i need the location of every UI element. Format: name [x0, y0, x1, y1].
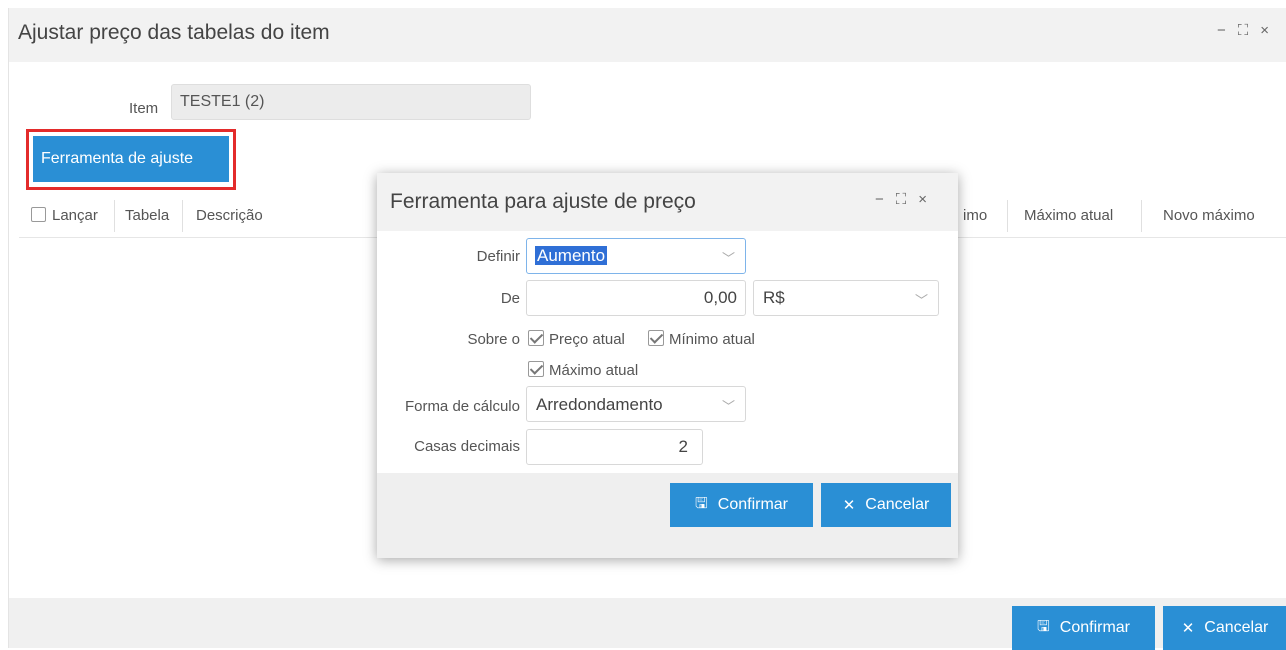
option-minimo-atual[interactable]: Mínimo atual	[648, 330, 755, 348]
column-divider	[182, 200, 183, 232]
column-maximo-atual[interactable]: Máximo atual	[1024, 194, 1113, 238]
confirm-button[interactable]: 🖫 Confirmar	[1012, 606, 1155, 650]
column-label: Lançar	[52, 207, 98, 224]
modal-confirm-button[interactable]: 🖫 Confirmar	[670, 483, 813, 527]
column-divider	[1141, 200, 1142, 232]
unit-select[interactable]: R$ ﹀	[753, 280, 939, 316]
chevron-down-icon: ﹀	[721, 399, 735, 414]
sobre-label: Sobre o	[467, 331, 520, 348]
option-label: Máximo atual	[549, 362, 639, 379]
casas-decimais-label: Casas decimais	[414, 438, 520, 455]
minimize-icon[interactable]: −	[1217, 22, 1226, 39]
minimize-icon[interactable]: −	[875, 191, 884, 208]
de-input[interactable]: 0,00	[526, 280, 746, 316]
chevron-down-icon: ﹀	[914, 293, 928, 308]
cancel-label: Cancelar	[1204, 619, 1269, 636]
item-field: TESTE1 (2)	[171, 84, 531, 120]
option-maximo-atual[interactable]: Máximo atual	[528, 361, 638, 379]
cancel-button[interactable]: ✕ Cancelar	[1163, 606, 1286, 650]
modal-title: Ferramenta para ajuste de preço	[390, 190, 696, 213]
unit-value: R$	[763, 288, 785, 307]
column-divider	[1007, 200, 1008, 232]
window-footer: 🖫 Confirmar ✕ Cancelar	[9, 598, 1286, 650]
casas-decimais-input[interactable]: 2	[526, 429, 703, 465]
option-label: Mínimo atual	[669, 331, 755, 348]
forma-calculo-value: Arredondamento	[536, 395, 663, 414]
column-minimo-partial[interactable]: imo	[963, 194, 987, 238]
column-divider	[114, 200, 115, 232]
modal-cancel-button[interactable]: ✕ Cancelar	[821, 483, 951, 527]
option-label: Preço atual	[549, 331, 625, 348]
close-icon: ✕	[842, 497, 856, 514]
cancel-label: Cancelar	[865, 496, 930, 513]
option-preco-atual[interactable]: Preço atual	[528, 330, 625, 348]
window-titlebar: Ajustar preço das tabelas do item − ⛶ ×	[9, 8, 1286, 62]
preco-atual-checkbox[interactable]	[528, 330, 544, 346]
window-title: Ajustar preço das tabelas do item	[18, 21, 330, 44]
de-label: De	[500, 290, 520, 307]
close-icon[interactable]: ×	[918, 191, 927, 208]
window-controls: − ⛶ ×	[1217, 22, 1269, 39]
maximo-atual-checkbox[interactable]	[528, 361, 544, 377]
modal-titlebar: Ferramenta para ajuste de preço − ⛶ ×	[377, 173, 958, 231]
maximize-icon[interactable]: ⛶	[896, 191, 907, 208]
confirm-label: Confirmar	[717, 496, 788, 513]
chevron-down-icon: ﹀	[721, 251, 735, 266]
select-all-checkbox[interactable]	[31, 207, 46, 222]
minimo-atual-checkbox[interactable]	[648, 330, 664, 346]
forma-calculo-label: Forma de cálculo	[404, 398, 520, 415]
modal-controls: − ⛶ ×	[875, 191, 927, 208]
close-icon[interactable]: ×	[1260, 22, 1269, 39]
column-lancar[interactable]: Lançar	[31, 194, 98, 238]
column-descricao[interactable]: Descrição	[196, 194, 263, 238]
save-icon: 🖫	[694, 494, 708, 512]
adjust-tool-button[interactable]: Ferramenta de ajuste	[33, 136, 229, 182]
column-tabela[interactable]: Tabela	[125, 194, 169, 238]
definir-label: Definir	[476, 248, 520, 265]
confirm-label: Confirmar	[1059, 619, 1130, 636]
column-novo-maximo[interactable]: Novo máximo	[1163, 194, 1255, 238]
save-icon: 🖫	[1036, 617, 1050, 635]
close-icon: ✕	[1181, 620, 1195, 637]
price-adjust-modal: Ferramenta para ajuste de preço − ⛶ × De…	[377, 173, 958, 558]
maximize-icon[interactable]: ⛶	[1238, 22, 1249, 39]
definir-value: Aumento	[535, 246, 608, 265]
modal-footer: 🖫 Confirmar ✕ Cancelar	[377, 473, 958, 558]
forma-calculo-select[interactable]: Arredondamento ﹀	[526, 386, 746, 422]
item-label: Item	[129, 100, 159, 117]
definir-select[interactable]: Aumento ﹀	[526, 238, 746, 274]
